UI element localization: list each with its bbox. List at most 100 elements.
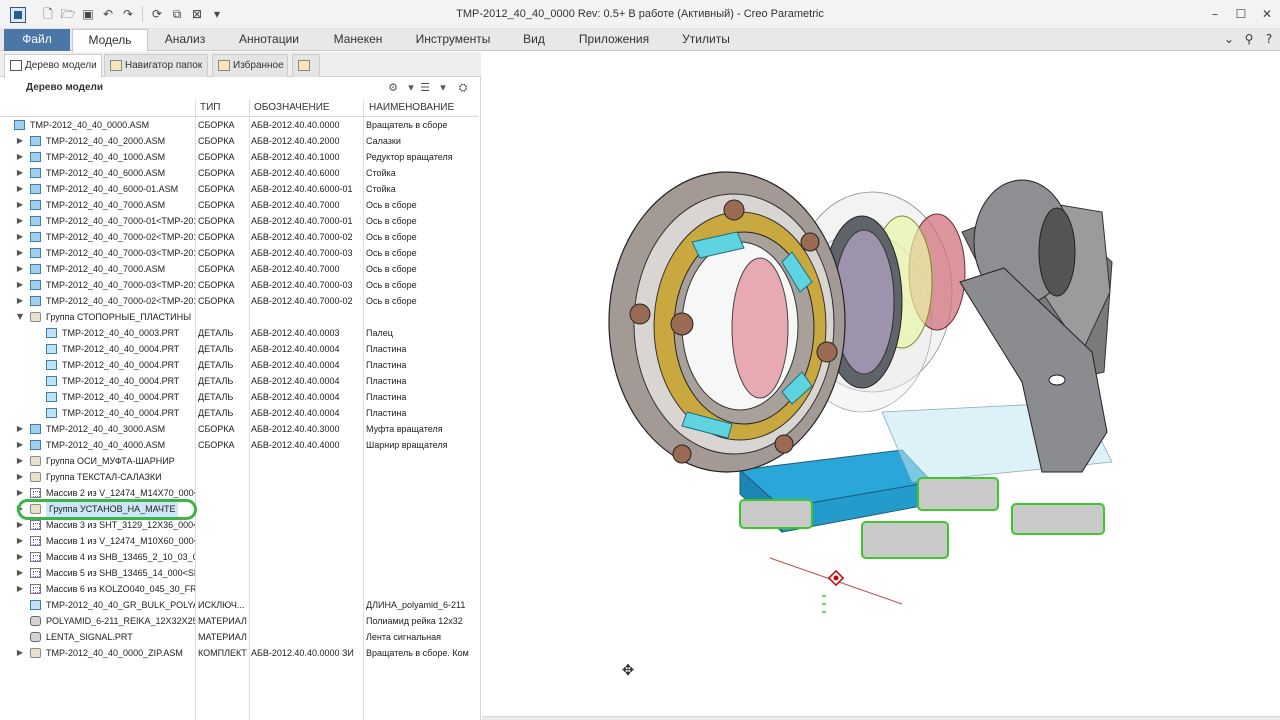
tree-settings-icon[interactable]: ⚙ (386, 81, 400, 95)
tree-row-name[interactable]: TMP-2012_40_40_0004.PRT (62, 389, 179, 405)
tab-view[interactable]: Вид (510, 29, 558, 51)
expand-icon[interactable]: ▶ (16, 645, 24, 661)
tree-row[interactable]: ▶ TMP-2012_40_40_6000-01.ASM СБОРКА АБВ-201… (0, 181, 478, 197)
minimize-icon[interactable]: – (1202, 0, 1228, 28)
tree-row-name[interactable]: Массив 4 из SHB_13465_2_10_03_05 (46, 549, 195, 565)
tree-row-name[interactable]: Группа СТОПОРНЫЕ_ПЛАСТИНЫ (46, 309, 191, 325)
tab-manikin[interactable]: Манекен (320, 29, 396, 51)
tree-row-name[interactable]: TMP-2012_40_40_7000-03<TMP-2012 (46, 245, 195, 261)
tab-folder-browser[interactable]: Навигатор папок (104, 54, 208, 77)
tree-row-name[interactable]: TMP-2012_40_40_4000.ASM (46, 437, 165, 453)
tree-row-name[interactable]: TMP-2012_40_40_0004.PRT (62, 405, 179, 421)
maximize-icon[interactable]: ☐ (1228, 0, 1254, 28)
tree-row-name[interactable]: TMP-2012_40_40_7000-02<TMP-2012 (46, 229, 195, 245)
tree-row-name[interactable]: TMP-2012_40_40_3000.ASM (46, 421, 165, 437)
tree-row[interactable]: ▶ TMP-2012_40_40_4000.ASM СБОРКА АБВ-2012.4… (0, 437, 478, 453)
tab-favorites[interactable]: Избранное (212, 54, 288, 77)
expand-icon[interactable]: ▶ (16, 149, 24, 165)
column-type[interactable]: ТИП (200, 102, 220, 113)
tree-row[interactable]: LENTA_SIGNAL.PRT МАТЕРИАЛ Лента сигнальная (0, 629, 478, 645)
expand-icon[interactable]: ▶ (16, 245, 24, 261)
filters-icon[interactable]: ⛭ (456, 81, 470, 95)
tree-row[interactable]: ▶ Массив 6 из KOLZO040_045_30_FRO (0, 581, 478, 597)
tree-row-name[interactable]: Массив 6 из KOLZO040_045_30_FRO (46, 581, 195, 597)
expand-icon[interactable]: ▶ (16, 469, 24, 485)
tree-row[interactable]: ▶ Массив 4 из SHB_13465_2_10_03_05 (0, 549, 478, 565)
tab-analysis[interactable]: Анализ (152, 29, 218, 51)
tree-row[interactable]: ▶ TMP-2012_40_40_7000-03<TMP-2012 СБОРКА АБ… (0, 277, 478, 293)
tree-row-name[interactable]: TMP-2012_40_40_0004.PRT (62, 357, 179, 373)
expand-icon[interactable]: ▶ (16, 437, 24, 453)
tree-row[interactable]: ▶ TMP-2012_40_40_7000-02<TMP-2012 СБОРКА АБ… (0, 229, 478, 245)
tree-row-name[interactable]: TMP-2012_40_40_7000.ASM (46, 197, 165, 213)
tree-row[interactable]: ▶ TMP-2012_40_40_7000-03<TMP-2012 СБОРКА АБ… (0, 245, 478, 261)
tree-row-name[interactable]: Группа ОСИ_МУФТА-ШАРНИР (46, 453, 175, 469)
tree-row[interactable]: ▶ Группа ТЕКСТАЛ-САЛАЗКИ (0, 469, 478, 485)
tree-row[interactable]: TMP-2012_40_40_0004.PRT ДЕТАЛЬ АБВ-2012.40… (0, 341, 478, 357)
tree-row[interactable]: ▶ TMP-2012_40_40_0000_ZIP.ASM КОМПЛЕКТ АБВ-… (0, 645, 478, 661)
tree-row[interactable]: ▶ TMP-2012_40_40_7000-01<TMP-2012 СБОРКА АБ… (0, 213, 478, 229)
tree-row[interactable]: POLYAMID_6-211_REIKA_12X32X2500 МАТЕРИАЛ П… (0, 613, 478, 629)
tree-row[interactable]: ▶ Массив 5 из SHB_13465_14_000<SHI (0, 565, 478, 581)
tab-file[interactable]: Файл (4, 29, 70, 51)
tab-layers[interactable] (292, 54, 320, 77)
expand-icon[interactable]: ▶ (16, 533, 24, 549)
tree-row-name[interactable]: TMP-2012_40_40_6000-01.ASM (46, 181, 178, 197)
collapse-ribbon-icon[interactable]: ⌄ (1222, 29, 1236, 49)
expand-icon[interactable]: ▶ (16, 565, 24, 581)
tree-row[interactable]: ▶ TMP-2012_40_40_7000.ASM СБОРКА АБВ-2012.4… (0, 261, 478, 277)
tree-row-name[interactable]: POLYAMID_6-211_REIKA_12X32X2500 (46, 613, 195, 629)
graphics-viewport[interactable] (482, 52, 1280, 720)
tree-row-name[interactable]: TMP-2012_40_40_7000.ASM (46, 261, 165, 277)
tree-row-name[interactable]: TMP-2012_40_40_0000_ZIP.ASM (46, 645, 183, 661)
expand-icon[interactable]: ▶ (16, 293, 24, 309)
tab-utilities[interactable]: Утилиты (670, 29, 742, 51)
tree-row-name[interactable]: Массив 5 из SHB_13465_14_000<SHI (46, 565, 195, 581)
tree-row-name[interactable]: TMP-2012_40_40_0004.PRT (62, 341, 179, 357)
tab-model-tree[interactable]: Дерево модели (4, 54, 102, 78)
tab-tools[interactable]: Инструменты (402, 29, 504, 51)
tree-row-name[interactable]: TMP-2012_40_40_1000.ASM (46, 149, 165, 165)
dropdown-arrow-icon[interactable]: ▾ (436, 81, 450, 95)
tree-row-name[interactable]: TMP-2012_40_40_GR_BULK_POLYAMI (46, 597, 195, 613)
expand-icon[interactable]: ▶ (16, 517, 24, 533)
model-3d-view[interactable] (482, 52, 1280, 720)
expand-icon[interactable]: ▶ (16, 453, 24, 469)
expand-icon[interactable]: ▶ (16, 485, 24, 501)
tree-row-name[interactable]: TMP-2012_40_40_0000.ASM (30, 117, 149, 133)
tree-row-name[interactable]: LENTA_SIGNAL.PRT (46, 629, 133, 645)
tree-row[interactable]: ▶ TMP-2012_40_40_7000.ASM СБОРКА АБВ-2012.4… (0, 197, 478, 213)
column-designation[interactable]: ОБОЗНАЧЕНИЕ (254, 102, 330, 113)
tree-row-name[interactable]: TMP-2012_40_40_2000.ASM (46, 133, 165, 149)
tree-row[interactable]: ▶ TMP-2012_40_40_3000.ASM СБОРКА АБВ-2012.4… (0, 421, 478, 437)
expand-icon[interactable]: ▶ (16, 277, 24, 293)
tree-row[interactable]: TMP-2012_40_40_0004.PRT ДЕТАЛЬ АБВ-2012.40… (0, 405, 478, 421)
expand-icon[interactable]: ▶ (16, 549, 24, 565)
close-icon[interactable]: ✕ (1254, 0, 1280, 28)
tab-annotations[interactable]: Аннотации (224, 29, 314, 51)
tree-row-name[interactable]: TMP-2012_40_40_7000-01<TMP-2012 (46, 213, 195, 229)
expand-icon[interactable]: ▶ (16, 197, 24, 213)
tree-row[interactable]: ▶ TMP-2012_40_40_6000.ASM СБОРКА АБВ-2012.4… (0, 165, 478, 181)
tree-row-name[interactable]: TMP-2012_40_40_6000.ASM (46, 165, 165, 181)
tree-row[interactable]: TMP-2012_40_40_0004.PRT ДЕТАЛЬ АБВ-2012.40… (0, 357, 478, 373)
dropdown-arrow-icon[interactable]: ▾ (404, 81, 418, 95)
tab-model[interactable]: Модель (72, 29, 148, 52)
expand-icon[interactable]: ▶ (16, 229, 24, 245)
tree-row-name[interactable]: TMP-2012_40_40_0003.PRT (62, 325, 179, 341)
tree-row[interactable]: ▶ Массив 1 из V_12474_M10X60_000< (0, 533, 478, 549)
tree-row[interactable]: TMP-2012_40_40_0004.PRT ДЕТАЛЬ АБВ-2012.40… (0, 373, 478, 389)
tree-row[interactable]: ▶ TMP-2012_40_40_2000.ASM СБОРКА АБВ-2012.4… (0, 133, 478, 149)
tree-row-name[interactable]: Группа ТЕКСТАЛ-САЛАЗКИ (46, 469, 162, 485)
tree-row[interactable]: ▶ Группа ОСИ_МУФТА-ШАРНИР (0, 453, 478, 469)
tree-row[interactable]: TMP-2012_40_40_0003.PRT ДЕТАЛЬ АБВ-2012.40… (0, 325, 478, 341)
spin-center-icon[interactable]: ✥ (619, 661, 637, 679)
expand-icon[interactable]: ▶ (16, 421, 24, 437)
expand-icon[interactable]: ▶ (16, 261, 24, 277)
column-title[interactable]: НАИМЕНОВАНИЕ (369, 102, 454, 113)
help-icon[interactable]: ? (1262, 29, 1276, 49)
collapse-icon[interactable]: ▼ (16, 309, 24, 325)
search-icon[interactable]: ⚲ (1242, 29, 1256, 49)
tree-row[interactable]: TMP-2012_40_40_GR_BULK_POLYAMI ИСКЛЮЧ... Д… (0, 597, 478, 613)
tree-row[interactable]: ▼ Группа СТОПОРНЫЕ_ПЛАСТИНЫ (0, 309, 478, 325)
